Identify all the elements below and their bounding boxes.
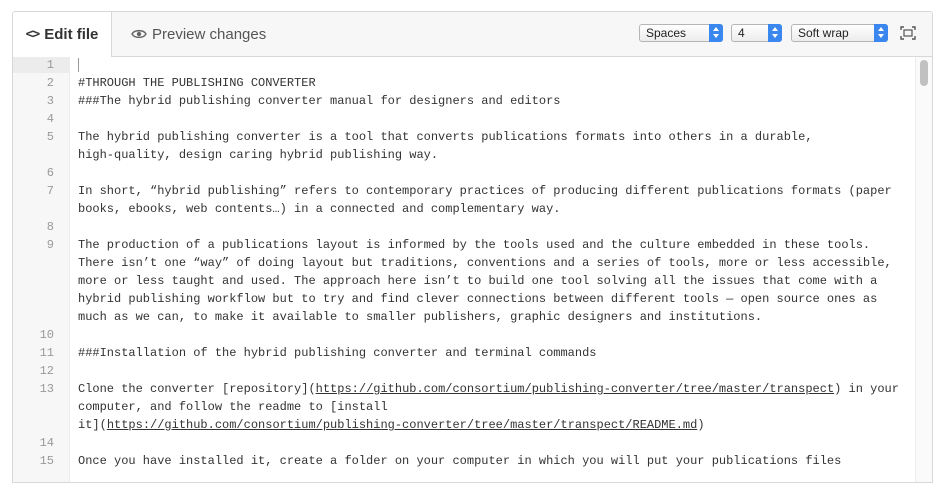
tab-edit-file[interactable]: <> Edit file xyxy=(13,12,112,57)
vertical-scrollbar[interactable] xyxy=(915,57,932,482)
code-line: There isn’t one “way” of doing layout bu… xyxy=(78,256,892,270)
code-line: much as we can, to make it available to … xyxy=(78,310,763,324)
line-number: 9 xyxy=(46,238,54,252)
line-number: 4 xyxy=(46,112,54,126)
code-line: The hybrid publishing converter is a too… xyxy=(78,130,813,144)
code-line: books, ebooks, web contents…) in a conne… xyxy=(78,202,561,216)
wrap-mode-value: Soft wrap xyxy=(798,26,849,40)
code-line: Clone the converter [repository](https:/… xyxy=(78,380,899,398)
text-cursor xyxy=(78,58,79,72)
line-number: 5 xyxy=(46,130,54,144)
code-text: computer, and follow the readme to [ xyxy=(78,400,338,414)
line-number: 10 xyxy=(39,328,54,342)
line-number: 15 xyxy=(39,454,54,468)
code-line: In short, “hybrid publishing” refers to … xyxy=(78,184,892,198)
wrap-mode-select[interactable]: Soft wrap xyxy=(791,24,888,42)
code-line: #THROUGH THE PUBLISHING CONVERTER xyxy=(78,76,316,90)
indent-size-value: 4 xyxy=(738,26,745,40)
select-arrow-icon xyxy=(709,24,723,42)
code-line: ###Installation of the hybrid publishing… xyxy=(78,346,597,360)
line-number: 13 xyxy=(39,382,54,396)
code-text: ) in your xyxy=(834,382,899,396)
code-line: more or less taught and used. The approa… xyxy=(78,274,878,288)
line-number: 1 xyxy=(46,58,54,72)
repository-link[interactable]: https://github.com/consortium/publishing… xyxy=(316,382,834,396)
link-label: install xyxy=(337,400,388,414)
line-number: 3 xyxy=(46,94,54,108)
tab-preview-changes[interactable]: Preview changes xyxy=(131,12,266,56)
line-number: 11 xyxy=(39,346,54,360)
code-line: high-quality, design caring hybrid publi… xyxy=(78,148,439,162)
code-content[interactable]: #THROUGH THE PUBLISHING CONVERTER ###The… xyxy=(78,57,916,482)
indent-size-select[interactable]: 4 xyxy=(731,24,782,42)
line-number-gutter: 1 2 3 4 5 6 7 8 9 10 11 12 13 14 15 xyxy=(13,57,70,482)
scrollbar-thumb[interactable] xyxy=(920,60,928,86)
tab-preview-changes-label: Preview changes xyxy=(152,25,267,43)
code-line: Once you have installed it, create a fol… xyxy=(78,454,842,468)
code-line: hybrid publishing workflow but to try an… xyxy=(78,292,878,306)
code-line: it](https://github.com/consortium/publis… xyxy=(78,416,705,434)
eye-icon xyxy=(131,29,147,39)
select-arrow-icon xyxy=(768,24,782,42)
line-number: 12 xyxy=(39,364,54,378)
line-number: 7 xyxy=(46,184,54,198)
code-line: ###The hybrid publishing converter manua… xyxy=(78,94,561,108)
code-editor[interactable]: 1 2 3 4 5 6 7 8 9 10 11 12 13 14 15 #THR… xyxy=(13,57,932,482)
tab-edit-file-label: Edit file xyxy=(44,26,99,43)
line-number: 14 xyxy=(39,436,54,450)
code-text: Clone the converter [ xyxy=(78,382,230,396)
indent-mode-select[interactable]: Spaces xyxy=(639,24,723,42)
line-number: 8 xyxy=(46,220,54,234)
code-text: ]( xyxy=(301,382,316,396)
fullscreen-icon[interactable] xyxy=(900,26,916,40)
link-label: repository xyxy=(229,382,302,396)
line-number: 6 xyxy=(46,166,54,180)
select-arrow-icon xyxy=(874,24,888,42)
code-line: The production of a publications layout … xyxy=(78,238,871,252)
code-text: ) xyxy=(697,418,705,432)
line-number: 2 xyxy=(46,76,54,90)
code-text: it]( xyxy=(78,418,107,432)
code-icon: <> xyxy=(25,27,41,42)
file-editor: <> Edit file Preview changes Spaces 4 So… xyxy=(12,11,933,483)
readme-link[interactable]: https://github.com/consortium/publishing… xyxy=(107,418,698,432)
editor-toolbar: <> Edit file Preview changes Spaces 4 So… xyxy=(13,12,932,57)
active-line-highlight xyxy=(13,57,69,73)
code-line: computer, and follow the readme to [inst… xyxy=(78,398,388,416)
indent-mode-value: Spaces xyxy=(646,26,687,40)
